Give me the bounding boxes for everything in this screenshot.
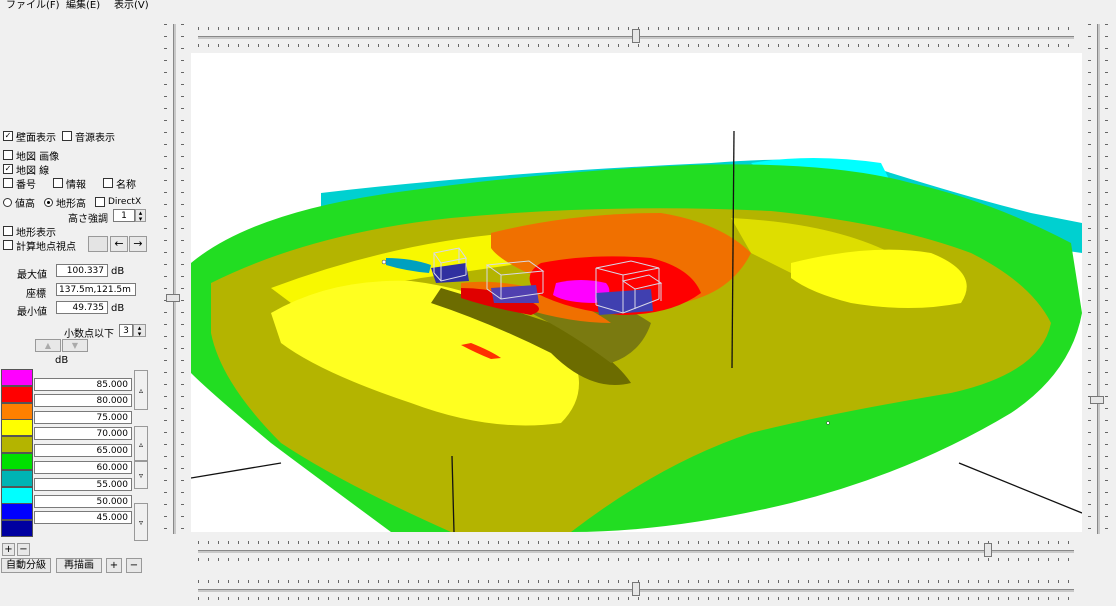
legend-row: 70.000: [0, 419, 150, 441]
legend-row: [0, 520, 150, 538]
legend-row: 60.000: [0, 453, 150, 474]
label-options: 番号 情報 名称: [3, 176, 136, 191]
legend-color-swatch[interactable]: [1, 503, 33, 521]
decimal-spinner[interactable]: ▴ ▾: [133, 324, 146, 338]
wall-display-label: 壁面表示: [16, 132, 56, 144]
legend-row: 80.000: [0, 385, 150, 407]
terrain-display-label: 地形表示: [16, 227, 56, 239]
terrain-height-radio[interactable]: [44, 197, 53, 207]
calc-point-option[interactable]: 計算地点視点: [3, 238, 76, 253]
legend-up-button[interactable]: ▲: [35, 339, 61, 352]
name-checkbox[interactable]: [103, 178, 113, 188]
legend-row: 45.000: [0, 503, 150, 525]
coord-label: 座標: [26, 289, 46, 300]
menu-bar: ファイル(F) 編集(E) 表示(V): [0, 0, 1116, 14]
zoom-plus-button[interactable]: +: [106, 558, 122, 573]
calc-point-checkbox[interactable]: [3, 240, 13, 250]
max-value-field: 100.337: [56, 264, 108, 277]
zoom-minus-button[interactable]: −: [126, 558, 142, 573]
right-height-slider[interactable]: [1088, 24, 1108, 534]
legend-row: 55.000: [0, 469, 150, 491]
terrain-display-checkbox[interactable]: [3, 226, 13, 236]
legend-bottom-scroll[interactable]: ▿: [134, 503, 148, 541]
bottom-slider-thumb[interactable]: [984, 543, 992, 557]
terrain-display-option[interactable]: 地形表示: [3, 224, 56, 239]
min-label: 最小値: [17, 307, 47, 318]
legend-color-swatch[interactable]: [1, 385, 33, 403]
legend-color-swatch[interactable]: [1, 402, 33, 420]
top-rotation-slider[interactable]: [198, 27, 1074, 47]
legend-unit: dB: [55, 355, 69, 366]
calc-point-label: 計算地点視点: [16, 241, 76, 253]
legend-remove-button[interactable]: −: [17, 543, 30, 556]
right-slider-thumb[interactable]: [1090, 396, 1104, 404]
legend-color-swatch[interactable]: [1, 486, 33, 504]
height-adjust-label: 高さ強調: [68, 214, 108, 225]
number-checkbox[interactable]: [3, 178, 13, 188]
map-image-label: 地図 画像: [16, 151, 60, 163]
redraw-button[interactable]: 再描画: [56, 558, 102, 573]
terrain-height-label: 地形高: [56, 198, 86, 210]
coord-value-field: 137.5m,121.5m: [56, 283, 136, 296]
bottom-pan-slider[interactable]: [198, 580, 1074, 600]
directx-checkbox[interactable]: [95, 197, 105, 207]
value-height-radio[interactable]: [3, 197, 12, 207]
3d-noise-map-view[interactable]: [191, 53, 1082, 532]
min-unit: dB: [111, 303, 125, 314]
wall-display-option[interactable]: ✓ 壁面表示 音源表示: [3, 129, 115, 144]
height-mode-options: 値高 地形高 DirectX: [3, 195, 142, 210]
wall-display-checkbox[interactable]: ✓: [3, 131, 13, 141]
auto-classify-button[interactable]: 自動分級: [1, 558, 51, 573]
arrow-right-button[interactable]: →: [129, 236, 147, 252]
source-display-checkbox[interactable]: [62, 131, 72, 141]
height-adjust-spinner[interactable]: ▴ ▾: [135, 209, 146, 223]
top-slider-thumb[interactable]: [632, 29, 640, 43]
name-label: 名称: [116, 179, 136, 191]
legend-row: 50.000: [0, 486, 150, 508]
legend-color-swatch[interactable]: [1, 453, 33, 470]
legend-color-swatch[interactable]: [1, 520, 33, 538]
max-unit: dB: [111, 266, 125, 277]
decimal-field[interactable]: 3: [119, 324, 133, 337]
map-line-checkbox[interactable]: ✓: [3, 164, 13, 174]
legend-add-button[interactable]: +: [2, 543, 15, 556]
decimal-label: 小数点以下: [64, 329, 114, 340]
min-value-field: 49.735: [56, 301, 108, 314]
terrain-render: [191, 130, 1082, 532]
map-image-option[interactable]: 地図 画像: [3, 148, 60, 163]
legend-color-swatch[interactable]: [1, 469, 33, 487]
pan-slider-thumb[interactable]: [632, 582, 640, 596]
max-label: 最大値: [17, 270, 47, 281]
legend-color-swatch[interactable]: [1, 436, 33, 454]
menu-view[interactable]: 表示(V): [114, 0, 149, 12]
legend-row: 85.000: [0, 369, 150, 391]
legend-top-scroll[interactable]: ▵: [134, 370, 148, 410]
legend-row: 75.000: [0, 402, 150, 424]
number-label: 番号: [16, 179, 36, 191]
menu-file[interactable]: ファイル(F): [6, 0, 60, 12]
legend-down-button[interactable]: ▼: [62, 339, 88, 352]
calc-point-select[interactable]: [88, 236, 108, 252]
arrow-left-button[interactable]: ←: [110, 236, 128, 252]
legend-row: 65.000: [0, 436, 150, 458]
directx-label: DirectX: [108, 197, 142, 207]
map-line-label: 地図 線: [16, 165, 50, 177]
value-height-label: 値高: [15, 198, 35, 210]
legend-range-up[interactable]: ▵: [134, 426, 148, 461]
map-line-option[interactable]: ✓ 地図 線: [3, 162, 50, 177]
left-slider-thumb[interactable]: [166, 294, 180, 302]
source-display-label: 音源表示: [75, 132, 115, 144]
legend-color-swatch[interactable]: [1, 419, 33, 437]
bottom-zoom-slider[interactable]: [198, 541, 1074, 561]
info-checkbox[interactable]: [53, 178, 63, 188]
legend-color-swatch[interactable]: [1, 369, 33, 386]
map-image-checkbox[interactable]: [3, 150, 13, 160]
menu-edit[interactable]: 編集(E): [66, 0, 100, 12]
info-label: 情報: [66, 179, 86, 191]
height-adjust-field[interactable]: 1: [113, 209, 135, 222]
left-tilt-slider[interactable]: [164, 24, 184, 534]
legend-range-down[interactable]: ▿: [134, 461, 148, 489]
